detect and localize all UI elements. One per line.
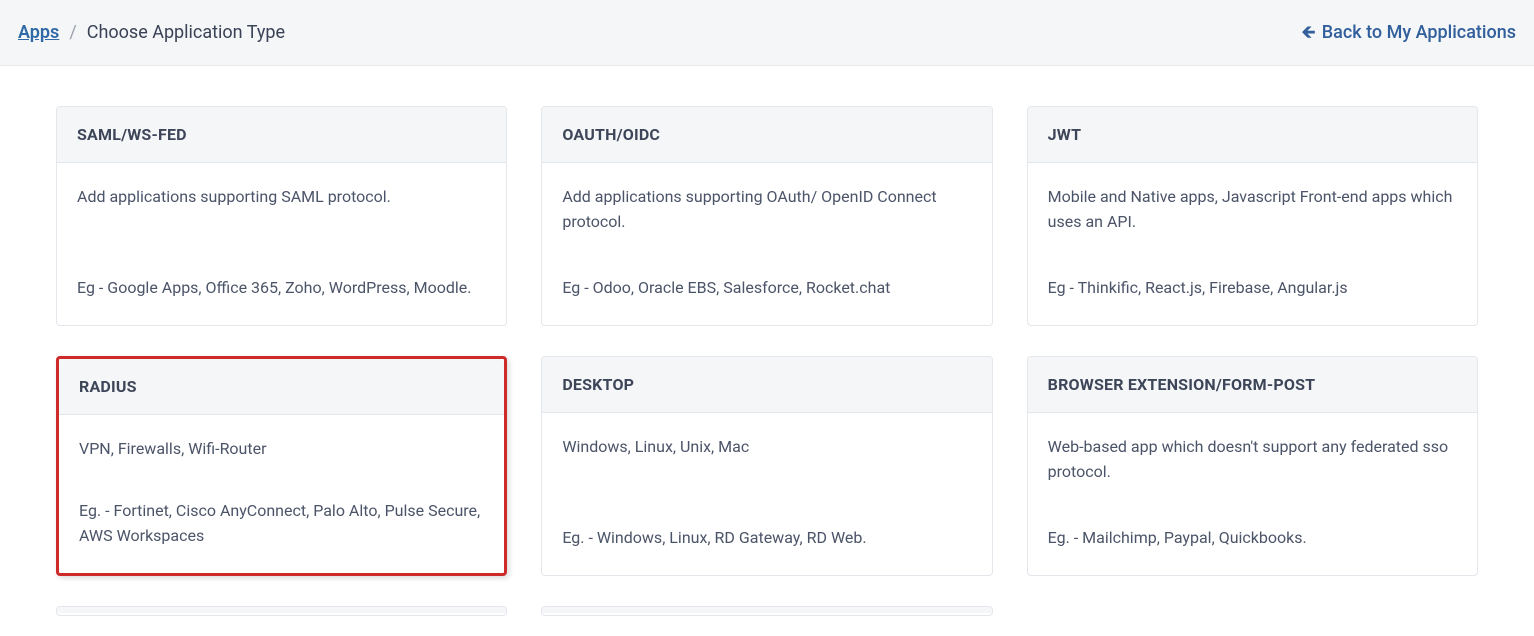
card-oauth-oidc[interactable]: OAUTH/OIDC Add applications supporting O… <box>541 106 992 326</box>
card-title: BROWSER EXTENSION/FORM-POST <box>1028 357 1477 413</box>
breadcrumb-root[interactable]: Apps <box>18 22 59 43</box>
card-browser-extension[interactable]: BROWSER EXTENSION/FORM-POST Web-based ap… <box>1027 356 1478 576</box>
breadcrumb: Apps / Choose Application Type <box>18 22 285 43</box>
card-example: Eg. - Fortinet, Cisco AnyConnect, Palo A… <box>79 499 484 549</box>
card-saml-ws-fed[interactable]: SAML/WS-FED Add applications supporting … <box>56 106 507 326</box>
card-description: Windows, Linux, Unix, Mac <box>562 435 971 460</box>
card-description: Web-based app which doesn't support any … <box>1048 435 1457 485</box>
card-description: Add applications supporting SAML protoco… <box>77 185 486 210</box>
breadcrumb-separator: / <box>69 22 76 43</box>
card-example: Eg - Odoo, Oracle EBS, Salesforce, Rocke… <box>562 276 971 301</box>
card-title <box>542 607 991 613</box>
card-title: RADIUS <box>59 359 504 415</box>
card-desktop[interactable]: DESKTOP Windows, Linux, Unix, Mac Eg. - … <box>541 356 992 576</box>
card-title: OAUTH/OIDC <box>542 107 991 163</box>
card-example: Eg. - Windows, Linux, RD Gateway, RD Web… <box>562 526 971 551</box>
card-stub[interactable] <box>541 606 992 616</box>
card-jwt[interactable]: JWT Mobile and Native apps, Javascript F… <box>1027 106 1478 326</box>
card-example: Eg. - Mailchimp, Paypal, Quickbooks. <box>1048 526 1457 551</box>
card-body: VPN, Firewalls, Wifi-Router Eg. - Fortin… <box>59 415 504 573</box>
card-description: Add applications supporting OAuth/ OpenI… <box>562 185 971 235</box>
card-body: Mobile and Native apps, Javascript Front… <box>1028 163 1477 325</box>
card-body: Add applications supporting OAuth/ OpenI… <box>542 163 991 325</box>
content-area: SAML/WS-FED Add applications supporting … <box>0 66 1534 636</box>
back-link-label: Back to My Applications <box>1322 22 1516 43</box>
top-bar: Apps / Choose Application Type 🡸 Back to… <box>0 0 1534 66</box>
card-title: JWT <box>1028 107 1477 163</box>
card-stub[interactable] <box>56 606 507 616</box>
arrow-left-icon: 🡸 <box>1301 24 1316 42</box>
card-example: Eg - Google Apps, Office 365, Zoho, Word… <box>77 276 486 301</box>
back-to-applications-link[interactable]: 🡸 Back to My Applications <box>1301 22 1516 43</box>
card-radius[interactable]: RADIUS VPN, Firewalls, Wifi-Router Eg. -… <box>56 356 507 576</box>
card-title <box>57 607 506 613</box>
card-description: VPN, Firewalls, Wifi-Router <box>79 437 484 462</box>
card-body: Web-based app which doesn't support any … <box>1028 413 1477 575</box>
card-body: Windows, Linux, Unix, Mac Eg. - Windows,… <box>542 413 991 575</box>
card-example: Eg - Thinkific, React.js, Firebase, Angu… <box>1048 276 1457 301</box>
card-title: DESKTOP <box>542 357 991 413</box>
breadcrumb-current: Choose Application Type <box>87 22 285 43</box>
card-title: SAML/WS-FED <box>57 107 506 163</box>
card-body: Add applications supporting SAML protoco… <box>57 163 506 325</box>
app-type-grid: SAML/WS-FED Add applications supporting … <box>56 106 1478 616</box>
card-description: Mobile and Native apps, Javascript Front… <box>1048 185 1457 235</box>
